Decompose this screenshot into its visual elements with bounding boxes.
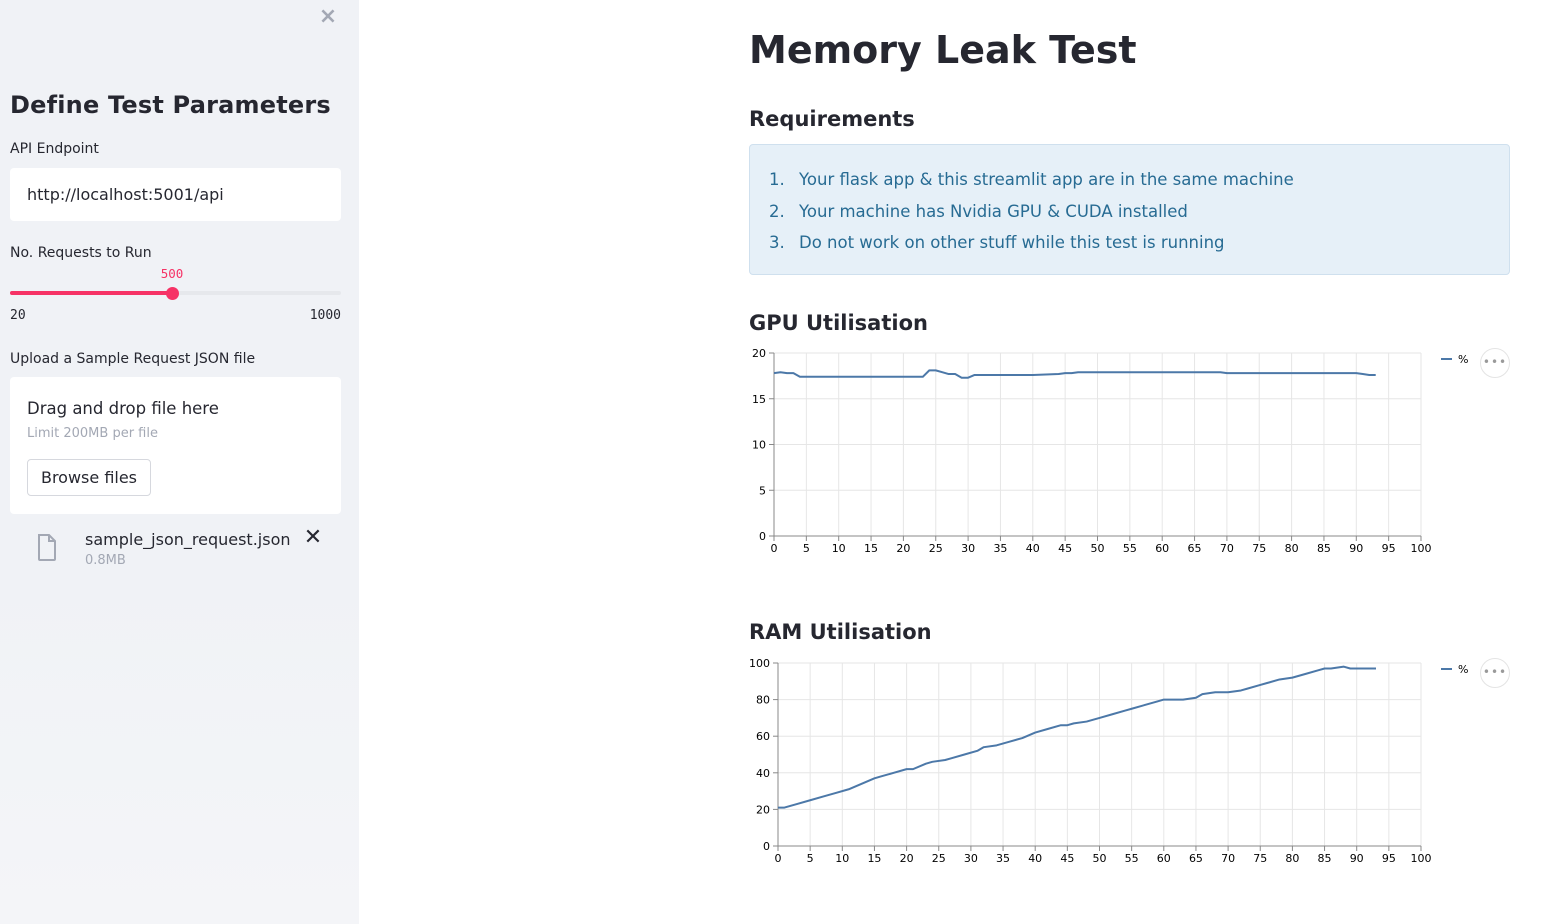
x-tick-label: 85 xyxy=(1318,852,1332,865)
x-tick-label: 25 xyxy=(932,852,946,865)
x-tick-label: 5 xyxy=(803,542,810,555)
x-tick-label: 45 xyxy=(1060,852,1074,865)
x-tick-label: 95 xyxy=(1382,852,1396,865)
x-tick-label: 80 xyxy=(1285,542,1299,555)
x-tick-label: 40 xyxy=(1028,852,1042,865)
requirement-number: 2. xyxy=(769,202,785,221)
x-tick-label: 85 xyxy=(1317,542,1331,555)
browse-files-button[interactable]: Browse files xyxy=(27,459,151,496)
x-tick-label: 75 xyxy=(1252,542,1266,555)
x-tick-label: 80 xyxy=(1285,852,1299,865)
x-tick-label: 45 xyxy=(1058,542,1072,555)
x-tick-label: 100 xyxy=(1411,852,1432,865)
page-title: Memory Leak Test xyxy=(749,28,1137,72)
file-icon xyxy=(38,534,56,561)
requirement-text: Your machine has Nvidia GPU & CUDA insta… xyxy=(799,202,1188,221)
remove-file-icon[interactable]: ✕ xyxy=(302,526,324,550)
sidebar-title: Define Test Parameters xyxy=(10,91,331,119)
x-tick-label: 10 xyxy=(832,542,846,555)
x-tick-label: 30 xyxy=(964,852,978,865)
x-tick-label: 90 xyxy=(1350,852,1364,865)
slider-value: 500 xyxy=(160,266,184,281)
y-tick-label: 60 xyxy=(756,730,770,743)
x-tick-label: 65 xyxy=(1188,542,1202,555)
x-tick-label: 35 xyxy=(996,852,1010,865)
x-tick-label: 20 xyxy=(900,852,914,865)
close-sidebar-icon[interactable]: × xyxy=(317,6,339,28)
x-tick-label: 50 xyxy=(1091,542,1105,555)
series-line xyxy=(778,665,1376,809)
requests-label: No. Requests to Run xyxy=(10,245,152,261)
x-tick-label: 20 xyxy=(896,542,910,555)
file-dropzone[interactable]: Drag and drop file here Limit 200MB per … xyxy=(10,377,341,514)
x-tick-label: 60 xyxy=(1157,852,1171,865)
x-tick-label: 60 xyxy=(1155,542,1169,555)
legend-label: % xyxy=(1458,663,1468,676)
ram-chart: 0 5 10 15 20 25 30 35 40 45 50 55 60 65 70 75 80 85 90 95 10… xyxy=(749,653,1519,875)
x-tick-label: 0 xyxy=(771,542,778,555)
upload-label: Upload a Sample Request JSON file xyxy=(10,351,256,367)
x-tick-label: 100 xyxy=(1411,542,1432,555)
x-tick-label: 55 xyxy=(1125,852,1139,865)
chart-menu-icon[interactable]: ••• xyxy=(1480,348,1510,378)
x-tick-label: 75 xyxy=(1253,852,1267,865)
requirement-text: Your flask app & this streamlit app are … xyxy=(799,170,1294,189)
x-tick-label: 0 xyxy=(775,852,782,865)
gpu-heading: GPU Utilisation xyxy=(749,311,928,335)
ram-heading: RAM Utilisation xyxy=(749,620,932,644)
x-tick-label: 15 xyxy=(864,542,878,555)
requirement-number: 1. xyxy=(769,170,785,189)
x-tick-label: 10 xyxy=(835,852,849,865)
x-tick-label: 15 xyxy=(867,852,881,865)
y-tick-label: 100 xyxy=(749,657,770,670)
y-tick-label: 0 xyxy=(763,840,770,853)
y-tick-label: 20 xyxy=(752,347,766,360)
x-tick-label: 5 xyxy=(807,852,814,865)
requirement-text: Do not work on other stuff while this te… xyxy=(799,233,1225,252)
gpu-chart-svg: 0 5 10 15 20 25 30 35 40 45 50 55 60 65 70 75 80 85 90 95 10… xyxy=(752,347,1468,555)
ram-chart-svg: 0 5 10 15 20 25 30 35 40 45 50 55 60 65 70 75 80 85 90 95 10… xyxy=(749,657,1468,865)
x-tick-label: 95 xyxy=(1382,542,1396,555)
x-tick-label: 35 xyxy=(993,542,1007,555)
requirements-info-box: 1. Your flask app & this streamlit app ar… xyxy=(749,144,1510,275)
endpoint-input[interactable] xyxy=(10,168,341,221)
dropzone-title: Drag and drop file here xyxy=(27,399,219,418)
requirement-item: 3. Do not work on other stuff while this … xyxy=(769,233,1225,252)
sidebar: × Define Test Parameters API Endpoint No… xyxy=(0,0,359,924)
x-tick-label: 55 xyxy=(1123,542,1137,555)
x-tick-label: 50 xyxy=(1093,852,1107,865)
x-tick-label: 65 xyxy=(1189,852,1203,865)
y-tick-label: 40 xyxy=(756,767,770,780)
uploaded-file-item: sample_json_request.json 0.8MB ✕ xyxy=(10,526,341,574)
dropzone-limit: Limit 200MB per file xyxy=(27,426,158,441)
slider-min-label: 20 xyxy=(10,308,26,323)
requirement-item: 1. Your flask app & this streamlit app ar… xyxy=(769,170,1294,189)
requirements-heading: Requirements xyxy=(749,107,915,131)
x-tick-label: 70 xyxy=(1220,542,1234,555)
y-tick-label: 10 xyxy=(752,439,766,452)
x-tick-label: 30 xyxy=(961,542,975,555)
gpu-chart: 0 5 10 15 20 25 30 35 40 45 50 55 60 65 70 75 80 85 90 95 10… xyxy=(749,343,1519,565)
y-tick-label: 0 xyxy=(759,530,766,543)
file-size: 0.8MB xyxy=(85,553,126,568)
slider-fill xyxy=(10,291,173,295)
slider-thumb[interactable] xyxy=(166,287,180,300)
requirement-number: 3. xyxy=(769,233,785,252)
x-tick-label: 40 xyxy=(1026,542,1040,555)
y-tick-label: 80 xyxy=(756,694,770,707)
x-tick-label: 90 xyxy=(1349,542,1363,555)
x-tick-label: 25 xyxy=(929,542,943,555)
y-tick-label: 5 xyxy=(759,484,766,497)
legend-label: % xyxy=(1458,353,1468,366)
requirement-item: 2. Your machine has Nvidia GPU & CUDA ins… xyxy=(769,202,1188,221)
chart-menu-icon[interactable]: ••• xyxy=(1480,658,1510,688)
file-name: sample_json_request.json xyxy=(85,530,291,549)
x-tick-label: 70 xyxy=(1221,852,1235,865)
series-line xyxy=(773,369,1376,379)
y-tick-label: 15 xyxy=(752,393,766,406)
endpoint-label: API Endpoint xyxy=(10,141,99,157)
y-tick-label: 20 xyxy=(756,803,770,816)
slider-max-label: 1000 xyxy=(309,308,341,323)
